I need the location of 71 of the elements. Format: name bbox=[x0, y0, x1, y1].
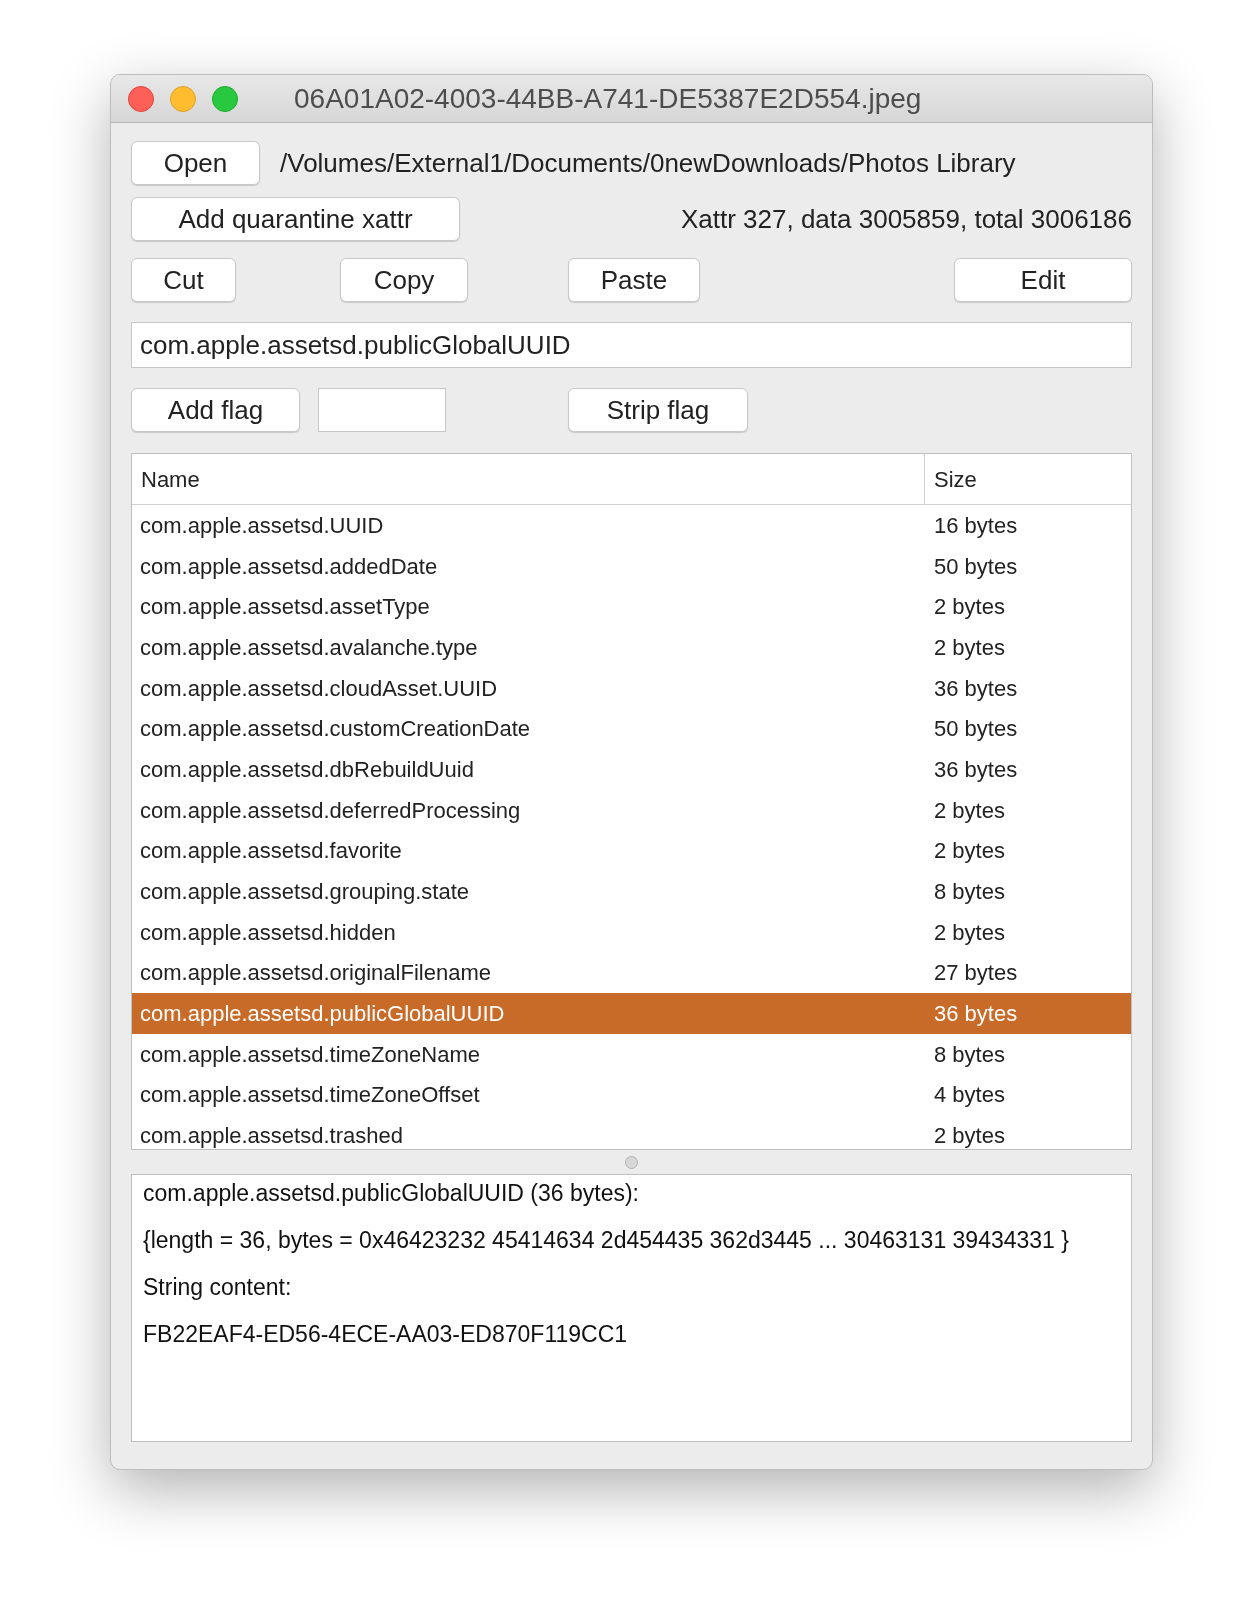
size-summary: Xattr 327, data 3005859, total 3006186 bbox=[680, 202, 1132, 236]
open-button[interactable]: Open bbox=[131, 141, 260, 185]
window-title: 06A01A02-4003-44BB-A741-DE5387E2D554.jpeg bbox=[294, 81, 922, 116]
flag-input-field[interactable] bbox=[318, 388, 446, 432]
details-text: String content: bbox=[143, 1273, 293, 1302]
minimize-icon[interactable] bbox=[170, 85, 196, 112]
attribute-size: 16 bytes bbox=[933, 511, 1019, 540]
attribute-size: 2 bytes bbox=[933, 796, 1006, 825]
table-row[interactable]: com.apple.assetsd.grouping.state 8 bytes bbox=[132, 871, 1131, 912]
table-row[interactable]: com.apple.assetsd.favorite 2 bytes bbox=[132, 830, 1131, 872]
table-row[interactable]: com.apple.assetsd.timeZoneOffset 4 bytes bbox=[132, 1074, 1131, 1116]
attribute-size: 50 bytes bbox=[933, 552, 1019, 581]
table-row[interactable]: com.apple.assetsd.originalFilename 27 bytes bbox=[132, 952, 1131, 994]
attribute-name: com.apple.assetsd.deferredProcessing bbox=[139, 796, 522, 825]
table-row[interactable]: com.apple.assetsd.assetType 2 bytes bbox=[132, 586, 1131, 628]
attribute-size: 2 bytes bbox=[933, 837, 1006, 866]
attribute-name: com.apple.assetsd.customCreationDate bbox=[139, 715, 532, 744]
strip-flag-button[interactable]: Strip flag bbox=[568, 388, 748, 432]
attribute-name: com.apple.assetsd.timeZoneName bbox=[139, 1040, 481, 1069]
attribute-name: com.apple.assetsd.UUID bbox=[139, 511, 385, 540]
zoom-icon[interactable] bbox=[212, 85, 238, 112]
column-header[interactable]: Size bbox=[925, 454, 1131, 504]
attribute-name: com.apple.assetsd.avalanche.type bbox=[139, 633, 479, 662]
attribute-name: com.apple.assetsd.originalFilename bbox=[139, 959, 492, 988]
attribute-name: com.apple.assetsd.assetType bbox=[139, 593, 431, 622]
table-row[interactable]: com.apple.assetsd.UUID 16 bytes bbox=[132, 505, 1131, 546]
table-row[interactable]: com.apple.assetsd.hidden 2 bytes bbox=[132, 911, 1131, 953]
attribute-name: com.apple.assetsd.publicGlobalUUID bbox=[139, 1000, 506, 1029]
attribute-name: com.apple.assetsd.hidden bbox=[139, 918, 397, 947]
table-row[interactable]: com.apple.assetsd.trashed 2 bytes bbox=[132, 1115, 1131, 1149]
details-text: com.apple.assetsd.publicGlobalUUID (36 bytes): bbox=[143, 1179, 640, 1208]
attribute-name: com.apple.assetsd.trashed bbox=[139, 1122, 404, 1149]
add-quarantine-button[interactable]: Add quarantine xattr bbox=[131, 197, 460, 241]
attribute-name: com.apple.assetsd.favorite bbox=[139, 837, 403, 866]
table-row[interactable]: com.apple.assetsd.timeZoneName 8 bytes bbox=[132, 1033, 1131, 1075]
split-handle-icon[interactable] bbox=[625, 1155, 638, 1169]
table-row[interactable]: com.apple.assetsd.customCreationDate 50 bytes bbox=[132, 708, 1131, 750]
attribute-name-field[interactable]: com.apple.assetsd.publicGlobalUUID bbox=[131, 322, 1132, 368]
attribute-size: 2 bytes bbox=[933, 918, 1006, 947]
add-flag-button[interactable]: Add flag bbox=[131, 388, 300, 432]
attribute-size: 36 bytes bbox=[933, 1000, 1019, 1029]
attribute-name: com.apple.assetsd.dbRebuildUuid bbox=[139, 755, 475, 784]
details-text: {length = 36, bytes = 0x46423232 45414634 2d454435 362d3445 ... 30463131 39434331 } bbox=[143, 1226, 1070, 1255]
attribute-size: 2 bytes bbox=[933, 593, 1006, 622]
edit-action-button[interactable]: Paste bbox=[568, 258, 700, 302]
close-icon[interactable] bbox=[128, 85, 154, 112]
attribute-size: 4 bytes bbox=[933, 1081, 1006, 1110]
table-row[interactable]: com.apple.assetsd.dbRebuildUuid 36 bytes bbox=[132, 749, 1131, 790]
attribute-size: 36 bytes bbox=[933, 674, 1019, 703]
table-row[interactable]: com.apple.assetsd.cloudAsset.UUID 36 bytes bbox=[132, 667, 1131, 709]
table-row[interactable]: com.apple.assetsd.deferredProcessing 2 bytes bbox=[132, 789, 1131, 831]
attribute-name: com.apple.assetsd.grouping.state bbox=[139, 878, 470, 907]
attribute-name: com.apple.assetsd.timeZoneOffset bbox=[139, 1081, 481, 1110]
attribute-size: 50 bytes bbox=[933, 715, 1019, 744]
file-path: /Volumes/External1/Documents/0newDownloads/Photos Library bbox=[280, 146, 1016, 180]
attribute-size: 36 bytes bbox=[933, 755, 1019, 784]
edit-action-button[interactable]: Cut bbox=[131, 258, 236, 302]
details-text: FB22EAF4-ED56-4ECE-AA03-ED870F119CC1 bbox=[143, 1320, 629, 1349]
column-header[interactable]: Name bbox=[132, 454, 925, 504]
table-row[interactable]: com.apple.assetsd.avalanche.type 2 bytes bbox=[132, 627, 1131, 668]
attribute-name: com.apple.assetsd.addedDate bbox=[139, 552, 439, 581]
attribute-size: 8 bytes bbox=[933, 1040, 1006, 1069]
table-row[interactable]: com.apple.assetsd.publicGlobalUUID 36 bytes bbox=[132, 993, 1131, 1034]
attribute-size: 2 bytes bbox=[933, 1122, 1006, 1149]
table-row[interactable]: com.apple.assetsd.addedDate 50 bytes bbox=[132, 545, 1131, 587]
attribute-size: 2 bytes bbox=[933, 633, 1006, 662]
attribute-size: 27 bytes bbox=[933, 959, 1019, 988]
attribute-name: com.apple.assetsd.cloudAsset.UUID bbox=[139, 674, 499, 703]
attribute-size: 8 bytes bbox=[933, 878, 1006, 907]
edit-action-button[interactable]: Copy bbox=[340, 258, 468, 302]
edit-action-button[interactable]: Edit bbox=[954, 258, 1132, 302]
